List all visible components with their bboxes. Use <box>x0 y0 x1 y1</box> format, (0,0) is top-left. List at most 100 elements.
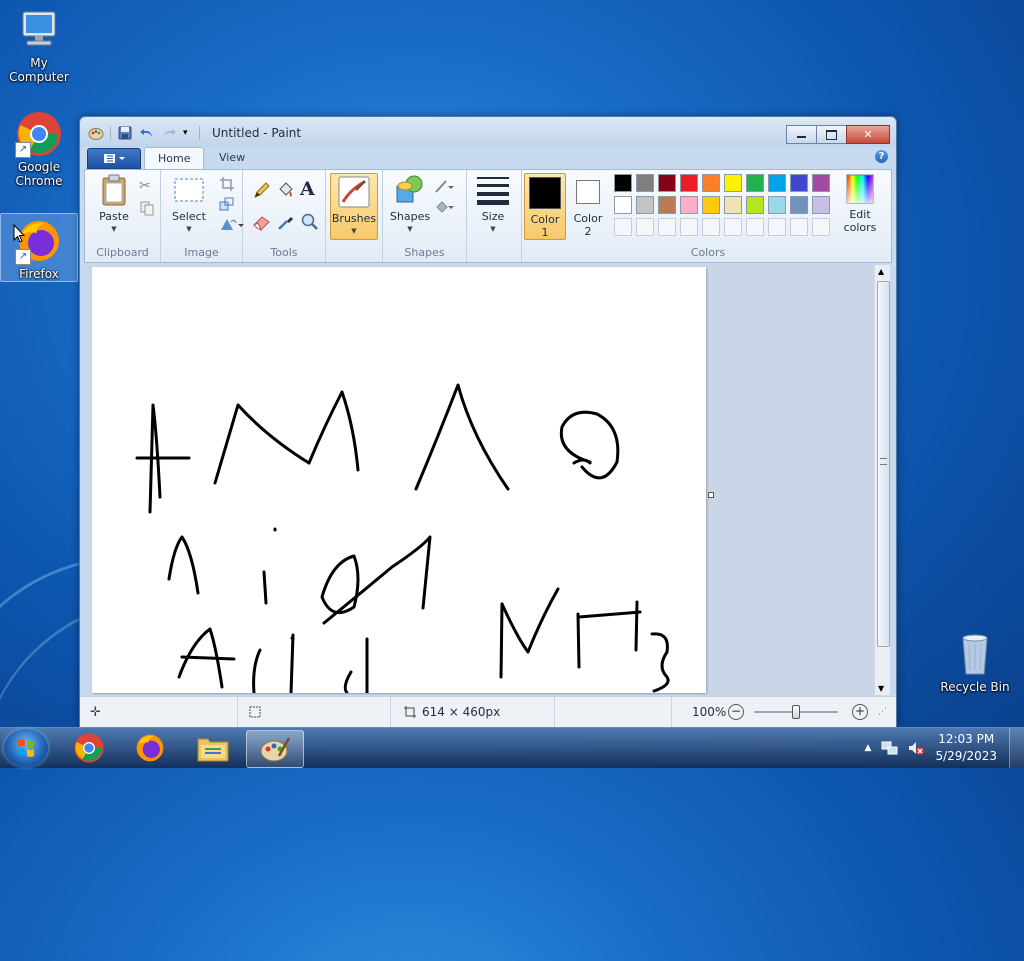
edit-colors-button[interactable]: Edit colors <box>839 174 881 234</box>
palette-swatch[interactable] <box>658 174 676 192</box>
palette-swatch[interactable] <box>746 174 764 192</box>
desktop-icon-recycle-bin[interactable]: Recycle Bin <box>937 630 1013 694</box>
taskbar-file-explorer[interactable] <box>185 730 241 766</box>
select-button[interactable]: Select ▼ <box>169 174 209 236</box>
start-button[interactable] <box>4 729 48 767</box>
palette-swatch[interactable] <box>702 174 720 192</box>
size-label: Size <box>481 210 505 223</box>
zoom-out-icon[interactable]: − <box>728 704 744 720</box>
palette-swatch-empty[interactable] <box>658 218 676 236</box>
edit-colors-icon <box>846 174 874 204</box>
outline-icon[interactable] <box>434 178 460 194</box>
zoom-slider[interactable] <box>754 705 838 719</box>
fill-bucket-icon[interactable] <box>276 180 296 200</box>
taskbar-chrome[interactable] <box>61 730 117 766</box>
desktop-icon-firefox[interactable]: ↗ Firefox <box>0 213 78 282</box>
tab-home[interactable]: Home <box>144 147 205 169</box>
color2-button[interactable]: Color 2 <box>568 173 608 238</box>
palette-swatch-empty[interactable] <box>680 218 698 236</box>
eraser-icon[interactable] <box>252 212 272 232</box>
recycle-bin-icon <box>951 630 999 678</box>
palette-swatch[interactable] <box>724 196 742 214</box>
palette-swatch[interactable] <box>790 174 808 192</box>
paint-menu-button[interactable] <box>87 148 141 169</box>
pencil-icon[interactable] <box>252 180 272 200</box>
tab-view[interactable]: View <box>206 147 258 168</box>
zoom-slider-thumb[interactable] <box>792 705 800 719</box>
customize-qat-chevron-icon[interactable]: ▾ <box>183 125 193 141</box>
palette-swatch-empty[interactable] <box>702 218 720 236</box>
palette-swatch[interactable] <box>658 196 676 214</box>
palette-swatch[interactable] <box>746 196 764 214</box>
palette-swatch[interactable] <box>768 174 786 192</box>
taskbar-paint[interactable] <box>246 730 304 768</box>
zoom-in-icon[interactable]: + <box>852 704 868 720</box>
palette-swatch-empty[interactable] <box>746 218 764 236</box>
minimize-button[interactable] <box>786 125 817 144</box>
palette-swatch[interactable] <box>680 174 698 192</box>
show-hidden-icons-icon[interactable]: ▲ <box>865 743 872 753</box>
handwritten-drawing <box>135 383 670 695</box>
palette-swatch-empty[interactable] <box>812 218 830 236</box>
size-button[interactable]: Size ▼ <box>471 174 515 236</box>
taskbar-firefox[interactable] <box>122 730 178 766</box>
title-bar[interactable]: ▾ Untitled - Paint ✕ <box>80 117 896 147</box>
text-tool-icon[interactable]: A <box>300 178 320 200</box>
palette-swatch[interactable] <box>768 196 786 214</box>
palette-swatch[interactable] <box>812 174 830 192</box>
redo-icon[interactable] <box>161 125 177 141</box>
palette-swatch[interactable] <box>702 196 720 214</box>
drawing-canvas[interactable] <box>92 267 706 695</box>
palette-swatch[interactable] <box>680 196 698 214</box>
network-icon[interactable] <box>881 740 899 756</box>
canvas-resize-handle[interactable] <box>708 492 714 498</box>
shapes-button[interactable]: Shapes ▼ <box>389 174 431 236</box>
fill-icon[interactable] <box>434 198 460 214</box>
palette-swatch-empty[interactable] <box>790 218 808 236</box>
palette-swatch[interactable] <box>614 196 632 214</box>
palette-swatch[interactable] <box>724 174 742 192</box>
scroll-up-icon[interactable]: ▲ <box>878 267 884 276</box>
desktop-icon-my-computer[interactable]: My Computer <box>1 6 77 84</box>
paint-app-icon[interactable] <box>88 125 104 141</box>
chevron-down-icon: ▼ <box>407 225 413 233</box>
vertical-scrollbar[interactable]: ▲ ▼ <box>874 265 890 695</box>
palette-swatch[interactable] <box>636 174 654 192</box>
palette-swatch-empty[interactable] <box>614 218 632 236</box>
scroll-down-icon[interactable]: ▼ <box>878 684 884 693</box>
resize-icon[interactable] <box>219 196 235 212</box>
scroll-thumb[interactable] <box>877 281 890 647</box>
help-icon[interactable]: ? <box>875 150 888 163</box>
qat-divider <box>110 126 111 140</box>
color1-button[interactable]: Color 1 <box>524 173 566 240</box>
magnifier-icon[interactable] <box>300 212 320 232</box>
close-button[interactable]: ✕ <box>846 125 890 144</box>
clock-time: 12:03 PM <box>938 732 995 746</box>
qat-divider <box>199 126 200 140</box>
show-desktop-button[interactable] <box>1009 728 1024 768</box>
desktop-icon-label: Recycle Bin <box>940 680 1010 694</box>
palette-swatch[interactable] <box>614 174 632 192</box>
desktop-icon-google-chrome[interactable]: ↗ Google Chrome <box>1 110 77 188</box>
brushes-button[interactable]: Brushes ▼ <box>330 173 378 240</box>
palette-swatch[interactable] <box>636 196 654 214</box>
crop-icon[interactable] <box>219 176 235 192</box>
cut-icon[interactable]: ✂ <box>139 178 155 194</box>
canvas-size-cell: 614 × 460px <box>391 697 555 727</box>
save-icon[interactable] <box>117 125 133 141</box>
rotate-icon[interactable] <box>219 216 245 232</box>
palette-swatch[interactable] <box>790 196 808 214</box>
copy-icon[interactable] <box>139 200 155 216</box>
palette-swatch-empty[interactable] <box>768 218 786 236</box>
palette-swatch[interactable] <box>812 196 830 214</box>
resize-grip-icon[interactable]: ⋰ <box>878 707 887 717</box>
maximize-button[interactable] <box>816 125 847 144</box>
edit-colors-label: Edit <box>849 208 871 221</box>
volume-muted-icon[interactable] <box>907 740 925 756</box>
paste-button[interactable]: Paste ▼ <box>93 174 135 236</box>
clock[interactable]: 12:03 PM 5/29/2023 <box>935 731 997 765</box>
undo-icon[interactable] <box>139 125 155 141</box>
palette-swatch-empty[interactable] <box>636 218 654 236</box>
color-picker-icon[interactable] <box>276 212 296 232</box>
palette-swatch-empty[interactable] <box>724 218 742 236</box>
